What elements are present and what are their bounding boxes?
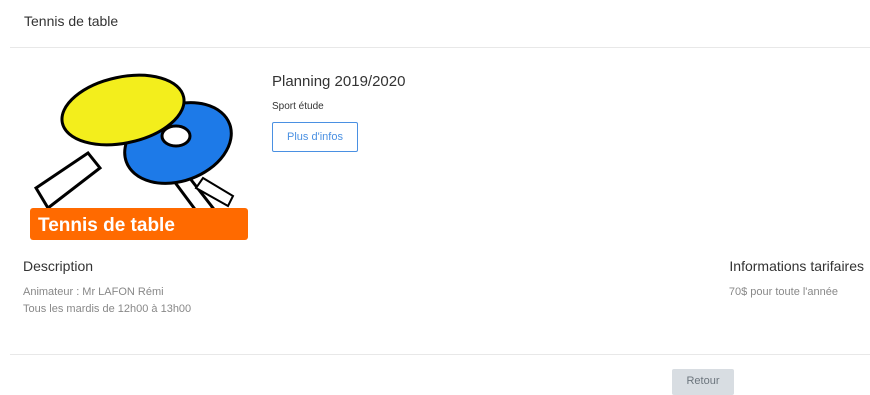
pricing-heading: Informations tarifaires — [729, 258, 864, 274]
back-button[interactable]: Retour — [672, 369, 734, 395]
more-info-button[interactable]: Plus d'infos — [272, 122, 358, 152]
activity-title: Planning 2019/2020 — [272, 73, 406, 90]
footer-divider — [10, 354, 870, 355]
description-line: Animateur : Mr LAFON Rémi — [23, 286, 164, 298]
tennis-logo-image: Tennis de table — [30, 73, 248, 240]
header-divider — [10, 47, 870, 48]
description-heading: Description — [23, 258, 94, 274]
description-line: Tous les mardis de 12h00 à 13h00 — [23, 303, 192, 315]
page-title: Tennis de table — [24, 13, 119, 29]
activity-subtitle: Sport étude — [272, 101, 324, 112]
logo-banner-text: Tennis de table — [38, 215, 175, 236]
ball-icon — [160, 124, 192, 148]
pricing-text: 70$ pour toute l'année — [728, 286, 838, 298]
